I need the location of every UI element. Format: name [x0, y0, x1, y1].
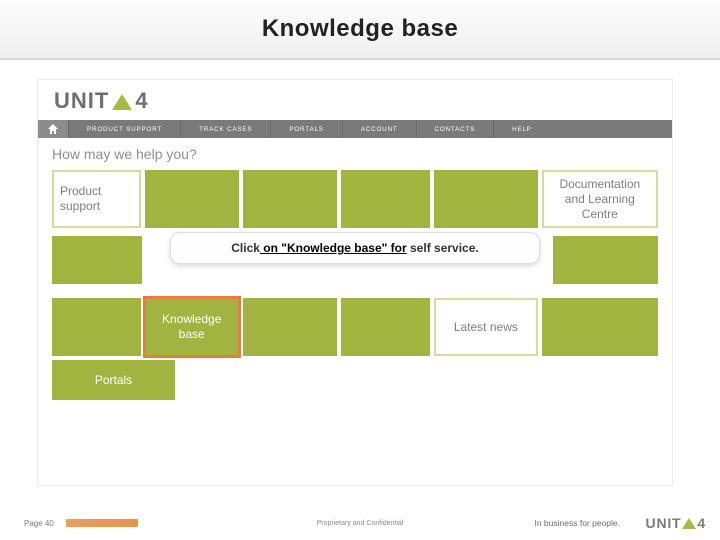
slide-footer: Page 40 Proprietary and Confidential In … — [0, 506, 720, 540]
tile-blank-row2-5[interactable] — [553, 236, 658, 284]
help-prompt: How may we help you? — [38, 138, 672, 168]
tile-blank-row3-3[interactable] — [341, 298, 430, 356]
tile-product-support[interactable]: Product support — [52, 170, 141, 228]
tile-blank-1[interactable] — [145, 170, 239, 228]
logo-text-4: 4 — [135, 88, 148, 114]
tile-portals[interactable]: Portals — [52, 360, 175, 400]
tile-blank-row3-5[interactable] — [542, 298, 658, 356]
slide-title: Knowledge base — [262, 15, 458, 43]
logo-triangle-icon — [112, 94, 132, 110]
tile-row-4: Portals — [52, 360, 658, 400]
tile-row-1: Product support Documentation and Learni… — [52, 170, 658, 228]
nav-contacts[interactable]: CONTACTS — [416, 120, 494, 138]
footer-logo-4: 4 — [697, 515, 706, 531]
footer-logo-triangle-icon — [682, 518, 696, 529]
tile-row-2-wrap: NOTE: SELF SERVICE Click on "Knowledge b… — [52, 232, 658, 298]
tile-grid: Product support Documentation and Learni… — [38, 168, 672, 406]
nav-track-cases[interactable]: TRACK CASES — [180, 120, 270, 138]
tile-label: Documentation and Learning Centre — [550, 177, 650, 222]
callout-text-u: on "Knowledge base" for — [260, 241, 407, 255]
nav-help[interactable]: HELP — [493, 120, 550, 138]
logo-row: UNIT 4 — [38, 80, 672, 120]
tile-knowledge-base[interactable]: Knowledge base — [145, 298, 239, 356]
slide-title-bar: Knowledge base — [0, 0, 720, 60]
tile-row-3: Knowledge base Latest news — [52, 298, 658, 356]
tile-label: Knowledge base — [153, 312, 231, 342]
tile-blank-2[interactable] — [243, 170, 338, 228]
tile-label: Portals — [95, 373, 132, 388]
tile-blank-row3-2[interactable] — [243, 298, 338, 356]
footer-tagline: In business for people. — [534, 518, 620, 528]
nav-product-support[interactable]: PRODUCT SUPPORT — [68, 120, 180, 138]
home-icon — [48, 124, 58, 134]
top-nav: PRODUCT SUPPORT TRACK CASES PORTALS ACCO… — [38, 120, 672, 138]
tile-blank-row2-0[interactable] — [52, 236, 142, 284]
tile-label: Product support — [60, 184, 133, 214]
portal-screenshot: UNIT 4 PRODUCT SUPPORT TRACK CASES PORTA… — [38, 80, 672, 485]
callout-text-pre: Click — [231, 241, 260, 255]
instruction-callout: Click on "Knowledge base" for self servi… — [170, 232, 540, 264]
callout-text-post: self service. — [407, 241, 479, 255]
footer-accent-bar — [66, 519, 138, 527]
tile-doc-learning[interactable]: Documentation and Learning Centre — [542, 170, 658, 228]
footer-logo-unit: UNIT — [646, 515, 682, 531]
tile-blank-3[interactable] — [341, 170, 430, 228]
nav-account[interactable]: ACCOUNT — [342, 120, 416, 138]
logo-text-unit: UNIT — [54, 88, 109, 114]
tile-blank-row3-0[interactable] — [52, 298, 141, 356]
footer-confidential: Proprietary and Confidential — [317, 520, 404, 527]
nav-home-button[interactable] — [38, 120, 68, 138]
tile-latest-news[interactable]: Latest news — [434, 298, 538, 356]
nav-portals[interactable]: PORTALS — [270, 120, 341, 138]
tile-blank-4[interactable] — [434, 170, 538, 228]
footer-logo: UNIT 4 — [646, 515, 706, 531]
tile-label: Latest news — [454, 320, 518, 335]
page-number: Page 40 — [24, 519, 54, 528]
unit4-logo: UNIT 4 — [54, 88, 149, 114]
